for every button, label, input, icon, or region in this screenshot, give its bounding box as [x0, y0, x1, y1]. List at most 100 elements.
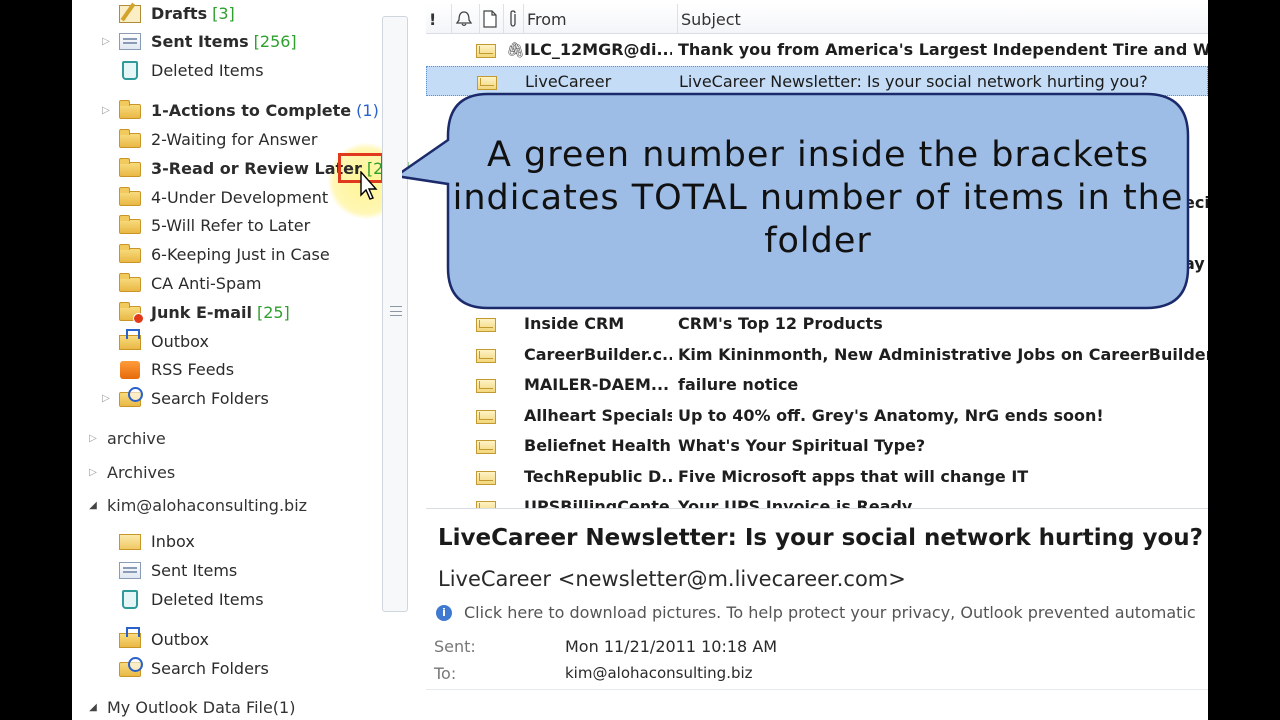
mailbox-archive[interactable]: ▷ archive — [89, 425, 166, 451]
message-subject: Your UPS Invoice is Ready — [678, 497, 913, 508]
envelope-icon — [476, 44, 496, 58]
folder-icon — [118, 215, 142, 235]
to-label: To: — [434, 664, 457, 683]
importance-column-header[interactable]: ! — [426, 4, 452, 34]
download-pictures-infobar[interactable]: i Click here to download pictures. To he… — [436, 603, 1196, 622]
folder-drafts[interactable]: Drafts [3] — [118, 0, 235, 26]
mailbox-data-file[interactable]: ◢ My Outlook Data File(1) — [89, 694, 295, 720]
folder-label: Sent Items — [151, 31, 249, 51]
attachment-column-header[interactable] — [504, 4, 524, 34]
envelope-open-icon — [477, 76, 497, 90]
subject-column-header[interactable]: Subject — [678, 4, 1208, 34]
mailbox-label: archive — [107, 428, 166, 448]
folder-outbox[interactable]: Outbox — [118, 328, 209, 354]
splitter-grip-icon[interactable] — [390, 306, 402, 316]
message-list-header: ! From Subject — [426, 4, 1208, 34]
folder-sent-items[interactable]: Sent Items — [118, 557, 237, 583]
message-subject: LiveCareer Newsletter: Is your social ne… — [679, 72, 1148, 91]
item-type-column-header[interactable] — [480, 4, 504, 34]
folder-label: 1-Actions to Complete — [151, 100, 352, 120]
envelope-icon — [476, 501, 496, 508]
folder-icon — [118, 187, 142, 207]
outlook-window: Drafts [3] ▷ Sent Items [256] Deleted It… — [72, 0, 1208, 720]
folder-will-refer-to-later[interactable]: 5-Will Refer to Later — [118, 212, 310, 238]
message-subject: Kim Kininmonth, New Administrative Jobs … — [678, 345, 1208, 364]
message-from: ILC_12MGR@di... — [524, 40, 672, 59]
envelope-icon — [476, 410, 496, 424]
folder-waiting-for-answer[interactable]: 2-Waiting for Answer — [118, 126, 317, 152]
message-subject: Thank you from America's Largest Indepen… — [678, 40, 1208, 59]
folder-label: Deleted Items — [151, 60, 264, 80]
folder-deleted-items[interactable]: Deleted Items — [118, 57, 264, 83]
sent-items-icon — [118, 560, 142, 580]
collapse-arrow-icon[interactable]: ◢ — [87, 701, 99, 713]
inbox-icon — [118, 531, 142, 551]
message-row[interactable]: 🖇 ILC_12MGR@di... Thank you from America… — [426, 35, 1208, 65]
folder-label: Search Folders — [151, 658, 269, 678]
reading-subject: LiveCareer Newsletter: Is your social ne… — [438, 525, 1204, 551]
message-from: MAILER-DAEM... — [524, 375, 670, 394]
outbox-icon — [118, 627, 142, 649]
folder-sent-items[interactable]: ▷ Sent Items [256] — [102, 28, 297, 54]
envelope-icon — [476, 471, 496, 485]
to-value[interactable]: kim@alohaconsulting.biz — [565, 664, 753, 682]
folder-label: 6-Keeping Just in Case — [151, 244, 330, 264]
folder-label: Junk E-mail — [151, 302, 252, 322]
folder-label: 2-Waiting for Answer — [151, 129, 318, 149]
sent-items-icon — [118, 31, 142, 51]
expand-arrow-icon[interactable]: ▷ — [87, 466, 99, 478]
outbox-icon — [118, 329, 142, 351]
message-subject: failure notice — [678, 375, 799, 394]
reminder-column-header[interactable] — [452, 4, 480, 34]
folder-deleted-items[interactable]: Deleted Items — [118, 586, 264, 612]
callout-text: A green number inside the brackets indic… — [452, 135, 1184, 261]
folder-label: Search Folders — [151, 388, 269, 408]
folder-icon — [118, 158, 142, 178]
message-row[interactable]: UPSBillingCente... Your UPS Invoice is R… — [426, 492, 1208, 508]
expand-arrow-icon[interactable]: ▷ — [100, 104, 112, 116]
envelope-icon — [476, 379, 496, 393]
infobar-text: Click here to download pictures. To help… — [464, 603, 1196, 622]
mailbox-archives[interactable]: ▷ Archives — [89, 459, 175, 485]
folder-search-folders[interactable]: Search Folders — [118, 655, 269, 681]
message-row[interactable]: CareerBuilder.c... Kim Kininmonth, New A… — [426, 340, 1208, 370]
sent-label: Sent: — [434, 637, 476, 656]
message-row[interactable]: Beliefnet Health... What's Your Spiritua… — [426, 431, 1208, 461]
from-column-header[interactable]: From — [524, 4, 678, 34]
sent-value: Mon 11/21/2011 10:18 AM — [565, 637, 778, 656]
mouse-pointer-icon — [360, 171, 378, 200]
expand-arrow-icon[interactable]: ▷ — [87, 432, 99, 444]
folder-count: [256] — [253, 31, 297, 51]
folder-label: 4-Under Development — [151, 187, 329, 207]
paperclip-icon: 🖇 — [506, 41, 526, 59]
deleted-items-icon — [118, 60, 142, 80]
folder-count: [25] — [256, 302, 290, 322]
message-row[interactable]: MAILER-DAEM... failure notice — [426, 370, 1208, 400]
message-row[interactable]: Inside CRM CRM's Top 12 Products — [426, 309, 1208, 339]
message-row[interactable]: Allheart Specials Up to 40% off. Grey's … — [426, 401, 1208, 431]
folder-icon — [118, 244, 142, 264]
folder-search-folders[interactable]: ▷ Search Folders — [102, 385, 269, 411]
reading-sender[interactable]: LiveCareer <newsletter@m.livecareer.com> — [438, 567, 906, 591]
expand-arrow-icon[interactable]: ▷ — [100, 35, 112, 47]
folder-inbox[interactable]: Inbox — [118, 528, 195, 554]
folder-keeping-just-in-case[interactable]: 6-Keeping Just in Case — [118, 241, 330, 267]
folder-under-development[interactable]: 4-Under Development — [118, 184, 328, 210]
folder-label: 5-Will Refer to Later — [151, 215, 311, 235]
envelope-icon — [476, 318, 496, 332]
folder-icon — [118, 129, 142, 149]
folder-actions-to-complete[interactable]: ▷ 1-Actions to Complete (1) — [102, 97, 379, 123]
folder-icon — [118, 100, 142, 120]
folder-ca-anti-spam[interactable]: CA Anti-Spam — [118, 270, 261, 296]
message-from: Inside CRM — [524, 314, 625, 333]
folder-label: RSS Feeds — [151, 359, 235, 379]
message-row[interactable]: TechRepublic D... Five Microsoft apps th… — [426, 462, 1208, 492]
folder-rss-feeds[interactable]: RSS Feeds — [118, 356, 234, 382]
folder-junk-email[interactable]: Junk E-mail [25] — [118, 299, 290, 325]
mailbox-account[interactable]: ◢ kim@alohaconsulting.biz — [89, 492, 307, 518]
folder-outbox[interactable]: Outbox — [118, 626, 209, 652]
collapse-arrow-icon[interactable]: ◢ — [87, 499, 99, 511]
search-folders-icon — [118, 657, 143, 678]
expand-arrow-icon[interactable]: ▷ — [100, 392, 112, 404]
info-icon: i — [436, 604, 452, 621]
